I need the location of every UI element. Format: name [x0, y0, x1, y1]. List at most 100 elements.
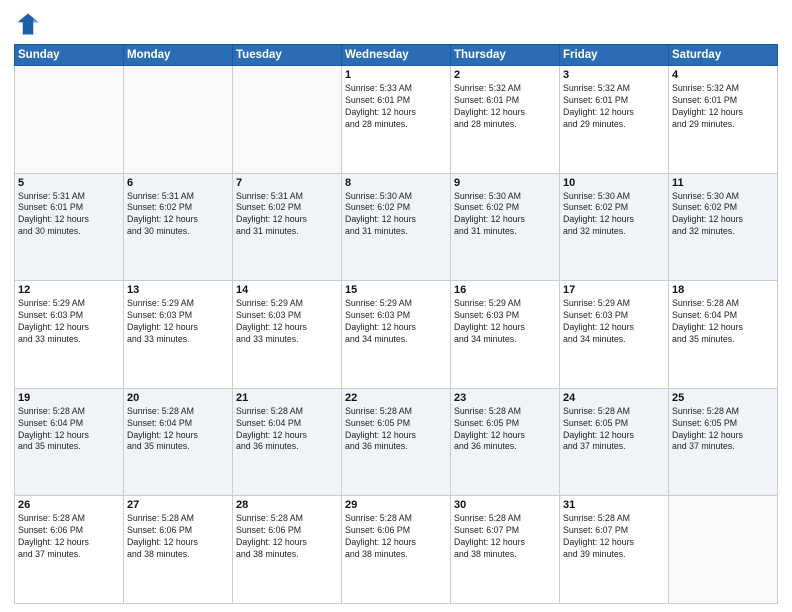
day-info: Sunrise: 5:29 AM Sunset: 6:03 PM Dayligh… — [236, 298, 338, 346]
day-number: 3 — [563, 69, 665, 81]
week-row-3: 12 Sunrise: 5:29 AM Sunset: 6:03 PM Dayli… — [15, 281, 778, 389]
day-number: 29 — [345, 499, 447, 511]
day-number: 14 — [236, 284, 338, 296]
day-info: Sunrise: 5:28 AM Sunset: 6:05 PM Dayligh… — [672, 406, 774, 454]
day-info: Sunrise: 5:32 AM Sunset: 6:01 PM Dayligh… — [672, 83, 774, 131]
day-cell — [124, 66, 233, 174]
day-cell: 9Sunrise: 5:30 AM Sunset: 6:02 PM Daylig… — [451, 173, 560, 281]
day-cell: 16 Sunrise: 5:29 AM Sunset: 6:03 PM Dayli… — [451, 281, 560, 389]
calendar-table: SundayMondayTuesdayWednesdayThursdayFrid… — [14, 44, 778, 604]
day-number: 13 — [127, 284, 229, 296]
day-cell: 10 Sunrise: 5:30 AM Sunset: 6:02 PM Dayli… — [560, 173, 669, 281]
day-info: Sunrise: 5:31 AM Sunset: 6:01 PM Dayligh… — [18, 191, 120, 239]
day-number: 18 — [672, 284, 774, 296]
day-number: 25 — [672, 392, 774, 404]
day-cell: 3 Sunrise: 5:32 AM Sunset: 6:01 PM Daylig… — [560, 66, 669, 174]
day-number: 19 — [18, 392, 120, 404]
day-cell: 29 Sunrise: 5:28 AM Sunset: 6:06 PM Dayli… — [342, 496, 451, 604]
day-cell: 8 Sunrise: 5:30 AM Sunset: 6:02 PM Daylig… — [342, 173, 451, 281]
day-info: Sunrise: 5:28 AM Sunset: 6:05 PM Dayligh… — [563, 406, 665, 454]
day-cell: 4Sunrise: 5:32 AM Sunset: 6:01 PM Daylig… — [669, 66, 778, 174]
day-info: Sunrise: 5:30 AM Sunset: 6:02 PM Dayligh… — [454, 191, 556, 239]
week-row-5: 26 Sunrise: 5:28 AM Sunset: 6:06 PM Dayli… — [15, 496, 778, 604]
day-number: 10 — [563, 177, 665, 189]
day-info: Sunrise: 5:30 AM Sunset: 6:02 PM Dayligh… — [345, 191, 447, 239]
day-cell — [669, 496, 778, 604]
day-cell: 17 Sunrise: 5:29 AM Sunset: 6:03 PM Dayli… — [560, 281, 669, 389]
day-cell: 31 Sunrise: 5:28 AM Sunset: 6:07 PM Dayli… — [560, 496, 669, 604]
col-header-monday: Monday — [124, 45, 233, 66]
day-number: 26 — [18, 499, 120, 511]
day-number: 2 — [454, 69, 556, 81]
day-info: Sunrise: 5:29 AM Sunset: 6:03 PM Dayligh… — [18, 298, 120, 346]
day-info: Sunrise: 5:28 AM Sunset: 6:06 PM Dayligh… — [127, 513, 229, 561]
col-header-thursday: Thursday — [451, 45, 560, 66]
day-cell — [233, 66, 342, 174]
day-cell: 14 Sunrise: 5:29 AM Sunset: 6:03 PM Dayli… — [233, 281, 342, 389]
day-info: Sunrise: 5:31 AM Sunset: 6:02 PM Dayligh… — [236, 191, 338, 239]
day-cell: 6 Sunrise: 5:31 AM Sunset: 6:02 PM Daylig… — [124, 173, 233, 281]
week-row-4: 19 Sunrise: 5:28 AM Sunset: 6:04 PM Dayli… — [15, 388, 778, 496]
day-info: Sunrise: 5:28 AM Sunset: 6:05 PM Dayligh… — [454, 406, 556, 454]
day-cell: 23 Sunrise: 5:28 AM Sunset: 6:05 PM Dayli… — [451, 388, 560, 496]
page: SundayMondayTuesdayWednesdayThursdayFrid… — [0, 0, 792, 612]
day-number: 16 — [454, 284, 556, 296]
day-info: Sunrise: 5:29 AM Sunset: 6:03 PM Dayligh… — [563, 298, 665, 346]
day-cell: 21Sunrise: 5:28 AM Sunset: 6:04 PM Dayli… — [233, 388, 342, 496]
day-number: 12 — [18, 284, 120, 296]
day-info: Sunrise: 5:28 AM Sunset: 6:04 PM Dayligh… — [18, 406, 120, 454]
day-number: 27 — [127, 499, 229, 511]
day-info: Sunrise: 5:29 AM Sunset: 6:03 PM Dayligh… — [127, 298, 229, 346]
day-info: Sunrise: 5:30 AM Sunset: 6:02 PM Dayligh… — [563, 191, 665, 239]
day-cell: 24 Sunrise: 5:28 AM Sunset: 6:05 PM Dayli… — [560, 388, 669, 496]
header-row: SundayMondayTuesdayWednesdayThursdayFrid… — [15, 45, 778, 66]
day-info: Sunrise: 5:29 AM Sunset: 6:03 PM Dayligh… — [345, 298, 447, 346]
day-number: 22 — [345, 392, 447, 404]
day-cell: 15 Sunrise: 5:29 AM Sunset: 6:03 PM Dayli… — [342, 281, 451, 389]
col-header-wednesday: Wednesday — [342, 45, 451, 66]
day-cell — [15, 66, 124, 174]
day-number: 20 — [127, 392, 229, 404]
day-info: Sunrise: 5:28 AM Sunset: 6:06 PM Dayligh… — [345, 513, 447, 561]
day-cell: 30Sunrise: 5:28 AM Sunset: 6:07 PM Dayli… — [451, 496, 560, 604]
day-number: 30 — [454, 499, 556, 511]
day-info: Sunrise: 5:28 AM Sunset: 6:04 PM Dayligh… — [672, 298, 774, 346]
day-info: Sunrise: 5:28 AM Sunset: 6:06 PM Dayligh… — [236, 513, 338, 561]
day-number: 24 — [563, 392, 665, 404]
day-info: Sunrise: 5:32 AM Sunset: 6:01 PM Dayligh… — [454, 83, 556, 131]
day-number: 21 — [236, 392, 338, 404]
day-info: Sunrise: 5:33 AM Sunset: 6:01 PM Dayligh… — [345, 83, 447, 131]
col-header-friday: Friday — [560, 45, 669, 66]
day-number: 6 — [127, 177, 229, 189]
day-cell: 22 Sunrise: 5:28 AM Sunset: 6:05 PM Dayli… — [342, 388, 451, 496]
day-number: 8 — [345, 177, 447, 189]
day-cell: 2 Sunrise: 5:32 AM Sunset: 6:01 PM Daylig… — [451, 66, 560, 174]
day-number: 23 — [454, 392, 556, 404]
day-cell: 7 Sunrise: 5:31 AM Sunset: 6:02 PM Daylig… — [233, 173, 342, 281]
day-number: 5 — [18, 177, 120, 189]
day-cell: 13 Sunrise: 5:29 AM Sunset: 6:03 PM Dayli… — [124, 281, 233, 389]
day-info: Sunrise: 5:28 AM Sunset: 6:05 PM Dayligh… — [345, 406, 447, 454]
logo — [14, 10, 46, 38]
day-info: Sunrise: 5:29 AM Sunset: 6:03 PM Dayligh… — [454, 298, 556, 346]
day-number: 11 — [672, 177, 774, 189]
day-number: 1 — [345, 69, 447, 81]
day-number: 31 — [563, 499, 665, 511]
day-number: 15 — [345, 284, 447, 296]
day-cell: 26Sunrise: 5:28 AM Sunset: 6:06 PM Dayli… — [15, 496, 124, 604]
day-number: 17 — [563, 284, 665, 296]
day-info: Sunrise: 5:28 AM Sunset: 6:07 PM Dayligh… — [563, 513, 665, 561]
col-header-sunday: Sunday — [15, 45, 124, 66]
day-cell: 11Sunrise: 5:30 AM Sunset: 6:02 PM Dayli… — [669, 173, 778, 281]
day-cell: 12 Sunrise: 5:29 AM Sunset: 6:03 PM Dayli… — [15, 281, 124, 389]
logo-icon — [14, 10, 42, 38]
col-header-saturday: Saturday — [669, 45, 778, 66]
day-cell: 5 Sunrise: 5:31 AM Sunset: 6:01 PM Daylig… — [15, 173, 124, 281]
day-cell: 27 Sunrise: 5:28 AM Sunset: 6:06 PM Dayli… — [124, 496, 233, 604]
day-cell: 20Sunrise: 5:28 AM Sunset: 6:04 PM Dayli… — [124, 388, 233, 496]
day-number: 28 — [236, 499, 338, 511]
day-number: 7 — [236, 177, 338, 189]
day-info: Sunrise: 5:31 AM Sunset: 6:02 PM Dayligh… — [127, 191, 229, 239]
day-cell: 25 Sunrise: 5:28 AM Sunset: 6:05 PM Dayli… — [669, 388, 778, 496]
day-info: Sunrise: 5:32 AM Sunset: 6:01 PM Dayligh… — [563, 83, 665, 131]
